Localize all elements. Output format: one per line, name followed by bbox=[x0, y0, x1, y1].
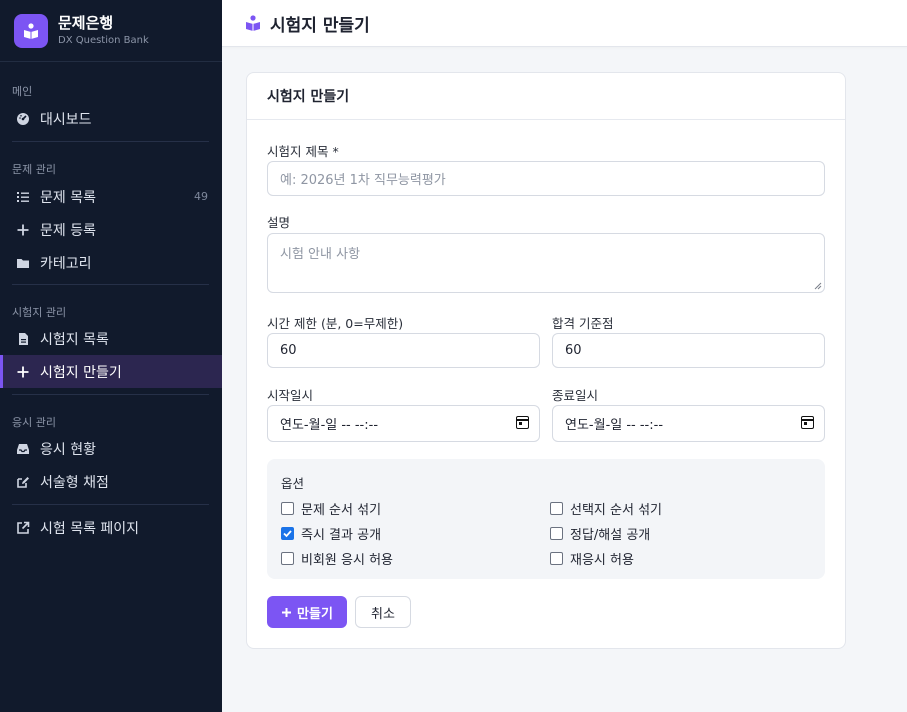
start-date-label: 시작일시 bbox=[267, 388, 314, 403]
create-button-label: 만들기 bbox=[297, 606, 333, 622]
option-shuffle-choices[interactable]: 선택지 순서 섞기 bbox=[550, 499, 662, 518]
sidebar-item-exam-page-link[interactable]: 시험 목록 페이지 bbox=[0, 511, 222, 544]
option-show-answers[interactable]: 정답/해설 공개 bbox=[550, 524, 650, 543]
checkbox[interactable] bbox=[281, 502, 294, 515]
description-label: 설명 bbox=[267, 215, 291, 230]
question-count-badge: 49 bbox=[194, 190, 208, 203]
folder-icon bbox=[16, 256, 30, 270]
options-panel: 옵션 문제 순서 섞기 선택지 순서 섞기 즉시 결과 공개 정답/해설 공개 … bbox=[267, 459, 825, 579]
calendar-icon[interactable] bbox=[516, 416, 529, 429]
calendar-icon[interactable] bbox=[801, 416, 814, 429]
sidebar-divider bbox=[12, 504, 209, 505]
sidebar-item-label: 시험지 목록 bbox=[40, 331, 109, 348]
check-icon bbox=[283, 530, 292, 538]
sidebar-item-question-list[interactable]: 문제 목록 49 bbox=[0, 180, 222, 213]
sidebar-item-label: 응시 현황 bbox=[40, 441, 96, 458]
file-icon bbox=[16, 332, 30, 346]
exam-title-input[interactable]: 예: 2026년 1차 직무능력평가 bbox=[267, 161, 825, 196]
plus-icon bbox=[16, 223, 30, 237]
time-limit-label: 시간 제한 (분, 0=무제한) bbox=[267, 316, 404, 331]
time-limit-input[interactable]: 60 bbox=[267, 333, 540, 368]
section-label-attempts: 응시 관리 bbox=[12, 416, 56, 429]
top-header: 시험지 만들기 bbox=[222, 0, 907, 47]
checkbox[interactable] bbox=[281, 552, 294, 565]
brand-subtitle: DX Question Bank bbox=[58, 34, 149, 46]
sidebar-item-question-create[interactable]: 문제 등록 bbox=[0, 213, 222, 246]
option-label: 정답/해설 공개 bbox=[570, 528, 651, 543]
option-label: 선택지 순서 섞기 bbox=[570, 503, 662, 518]
option-allow-retake[interactable]: 재응시 허용 bbox=[550, 549, 634, 568]
sidebar-divider bbox=[12, 284, 209, 285]
sidebar-item-label: 문제 목록 bbox=[40, 189, 96, 206]
cancel-button[interactable]: 취소 bbox=[355, 596, 411, 628]
start-date-value: 연도-월-일 -- --:-- bbox=[280, 418, 379, 433]
sidebar-item-label: 카테고리 bbox=[40, 255, 92, 272]
sidebar: 문제은행 DX Question Bank 메인 대시보드 문제 관리 문제 목… bbox=[0, 0, 222, 712]
checkbox-checked[interactable] bbox=[281, 527, 294, 540]
sidebar-divider bbox=[12, 394, 209, 395]
option-label: 문제 순서 섞기 bbox=[301, 503, 382, 518]
checkbox[interactable] bbox=[550, 552, 563, 565]
option-instant-result[interactable]: 즉시 결과 공개 bbox=[281, 524, 381, 543]
sidebar-item-label: 시험지 만들기 bbox=[40, 364, 122, 381]
sidebar-item-exam-list[interactable]: 시험지 목록 bbox=[0, 322, 222, 355]
dashboard-icon bbox=[16, 112, 30, 126]
sidebar-item-exam-create[interactable]: 시험지 만들기 bbox=[0, 355, 222, 388]
sidebar-divider bbox=[12, 141, 209, 142]
checkbox[interactable] bbox=[550, 527, 563, 540]
option-label: 재응시 허용 bbox=[570, 553, 634, 568]
option-label: 비회원 응시 허용 bbox=[301, 553, 393, 568]
pass-score-label: 합격 기준점 bbox=[552, 316, 614, 331]
brand-title: 문제은행 bbox=[58, 13, 114, 32]
plus-icon bbox=[16, 365, 30, 379]
edit-icon bbox=[16, 475, 30, 489]
sidebar-item-category[interactable]: 카테고리 bbox=[0, 246, 222, 279]
exam-title-label: 시험지 제목 * bbox=[267, 144, 339, 159]
option-allow-guest[interactable]: 비회원 응시 허용 bbox=[281, 549, 393, 568]
sidebar-item-label: 시험 목록 페이지 bbox=[40, 520, 140, 537]
brand[interactable]: 문제은행 DX Question Bank bbox=[0, 0, 222, 62]
pass-score-input[interactable]: 60 bbox=[552, 333, 825, 368]
page-title: 시험지 만들기 bbox=[270, 15, 370, 36]
external-link-icon bbox=[16, 521, 30, 535]
exam-create-card: 시험지 만들기 시험지 제목 * 예: 2026년 1차 직무능력평가 설명 시… bbox=[246, 72, 846, 649]
end-date-label: 종료일시 bbox=[552, 388, 599, 403]
sidebar-item-label: 대시보드 bbox=[40, 111, 92, 128]
section-label-questions: 문제 관리 bbox=[12, 163, 56, 176]
sidebar-item-label: 문제 등록 bbox=[40, 222, 96, 239]
section-label-exams: 시험지 관리 bbox=[12, 306, 67, 319]
end-date-input[interactable]: 연도-월-일 -- --:-- bbox=[552, 405, 825, 442]
options-title: 옵션 bbox=[281, 476, 305, 491]
plus-icon bbox=[282, 607, 292, 617]
list-icon bbox=[16, 190, 30, 204]
sidebar-item-essay-grading[interactable]: 서술형 채점 bbox=[0, 465, 222, 498]
create-button[interactable]: 만들기 bbox=[267, 596, 347, 628]
option-label: 즉시 결과 공개 bbox=[301, 528, 382, 543]
book-reader-icon bbox=[244, 14, 262, 32]
sidebar-item-label: 서술형 채점 bbox=[40, 474, 109, 491]
card-title: 시험지 만들기 bbox=[247, 73, 845, 120]
end-date-value: 연도-월-일 -- --:-- bbox=[565, 418, 664, 433]
inbox-icon bbox=[16, 442, 30, 456]
checkbox[interactable] bbox=[550, 502, 563, 515]
resize-handle-icon[interactable] bbox=[814, 282, 822, 290]
section-label-main: 메인 bbox=[12, 85, 33, 98]
start-date-input[interactable]: 연도-월-일 -- --:-- bbox=[267, 405, 540, 442]
description-textarea[interactable]: 시험 안내 사항 bbox=[267, 233, 825, 293]
description-placeholder: 시험 안내 사항 bbox=[280, 247, 361, 262]
option-shuffle-questions[interactable]: 문제 순서 섞기 bbox=[281, 499, 381, 518]
sidebar-item-attempt-status[interactable]: 응시 현황 bbox=[0, 432, 222, 465]
sidebar-item-dashboard[interactable]: 대시보드 bbox=[0, 102, 222, 135]
book-reader-icon bbox=[14, 13, 48, 48]
